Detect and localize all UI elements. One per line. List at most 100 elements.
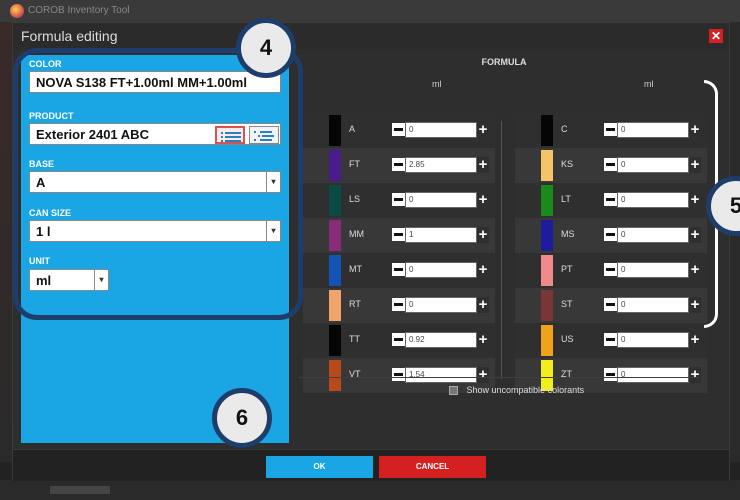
colorant-swatch xyxy=(329,150,341,181)
colorant-row: PT 0 + xyxy=(515,253,707,288)
colorant-code: LS xyxy=(349,194,361,204)
colorant-code: KS xyxy=(561,159,574,169)
cancel-button[interactable]: CANCEL xyxy=(379,456,486,478)
increment-button[interactable]: + xyxy=(689,297,701,313)
decrement-button[interactable] xyxy=(604,298,617,311)
colorant-code: RT xyxy=(349,299,361,309)
background-status-text xyxy=(50,486,110,494)
colorant-row: MM 1 + xyxy=(303,218,495,253)
colorant-row: RT 0 + xyxy=(303,288,495,323)
colorant-code: MM xyxy=(349,229,364,239)
colorant-amount-input[interactable]: 1 xyxy=(405,227,477,243)
colorant-amount-input[interactable]: 0 xyxy=(617,122,689,138)
colorant-row: C 0 + xyxy=(515,113,707,148)
unit-header-left: ml xyxy=(432,79,442,89)
increment-button[interactable]: + xyxy=(689,227,701,243)
decrement-button[interactable] xyxy=(604,228,617,241)
colorant-amount-input[interactable]: 0 xyxy=(405,122,477,138)
colorant-row: MT 0 + xyxy=(303,253,495,288)
colorant-row: TT 0.92 + xyxy=(303,323,495,358)
increment-button[interactable]: + xyxy=(689,192,701,208)
step-4-callout: 4 xyxy=(236,18,296,78)
colorant-code: A xyxy=(349,124,356,134)
decrement-button[interactable] xyxy=(604,158,617,171)
colorant-amount-input[interactable]: 0 xyxy=(617,262,689,278)
colorant-amount-input[interactable]: 2.85 xyxy=(405,157,477,173)
colorant-code: US xyxy=(561,334,574,344)
show-incompatible-checkbox[interactable] xyxy=(449,386,458,396)
increment-button[interactable]: + xyxy=(477,192,489,208)
tutorial-highlight-frame xyxy=(13,48,303,320)
decrement-button[interactable] xyxy=(392,263,405,276)
dialog-titlebar: Formula editing ✕ xyxy=(13,23,729,49)
increment-button[interactable]: + xyxy=(689,367,701,383)
colorant-amount-input[interactable]: 0 xyxy=(617,157,689,173)
colorant-code: PT xyxy=(561,264,573,274)
colorant-row: FT 2.85 + xyxy=(303,148,495,183)
background-bottom-strip xyxy=(0,480,740,500)
increment-button[interactable]: + xyxy=(477,227,489,243)
decrement-button[interactable] xyxy=(392,298,405,311)
colorant-swatch xyxy=(541,255,553,286)
decrement-button[interactable] xyxy=(392,368,405,381)
colorant-code: TT xyxy=(349,334,360,344)
increment-button[interactable]: + xyxy=(477,367,489,383)
decrement-button[interactable] xyxy=(392,158,405,171)
colorant-swatch xyxy=(329,220,341,251)
decrement-button[interactable] xyxy=(392,333,405,346)
colorant-swatch xyxy=(541,220,553,251)
colorant-amount-input[interactable]: 0 xyxy=(405,192,477,208)
colorant-row: MS 0 + xyxy=(515,218,707,253)
colorant-amount-input[interactable]: 0 xyxy=(617,297,689,313)
decrement-button[interactable] xyxy=(604,123,617,136)
colorant-amount-input[interactable]: 0 xyxy=(405,262,477,278)
colorant-amount-input[interactable]: 0 xyxy=(617,192,689,208)
show-incompatible-option[interactable]: Show uncompatible colorants xyxy=(449,385,585,396)
colorant-swatch xyxy=(329,185,341,216)
increment-button[interactable]: + xyxy=(477,297,489,313)
colorant-code: C xyxy=(561,124,568,134)
show-incompatible-label: Show uncompatible colorants xyxy=(466,385,585,395)
decrement-button[interactable] xyxy=(392,123,405,136)
increment-button[interactable]: + xyxy=(689,157,701,173)
increment-button[interactable]: + xyxy=(477,332,489,348)
dialog-title: Formula editing xyxy=(21,28,118,44)
close-button[interactable]: ✕ xyxy=(709,29,723,43)
colorant-amount-input[interactable]: 1.54 xyxy=(405,367,477,383)
increment-button[interactable]: + xyxy=(477,262,489,278)
colorant-swatch xyxy=(541,150,553,181)
separator xyxy=(299,377,699,378)
colorant-row: A 0 + xyxy=(303,113,495,148)
increment-button[interactable]: + xyxy=(689,262,701,278)
decrement-button[interactable] xyxy=(392,228,405,241)
formula-section: FORMULA ml ml A 0 + FT 2.85 + LS 0 + MM 1 + MT 0 + RT 0 +… xyxy=(299,55,709,443)
increment-button[interactable]: + xyxy=(477,122,489,138)
decrement-button[interactable] xyxy=(604,263,617,276)
colorant-code: FT xyxy=(349,159,360,169)
increment-button[interactable]: + xyxy=(689,332,701,348)
background-app-titlebar: COROB Inventory Tool xyxy=(0,0,740,22)
ok-button[interactable]: OK xyxy=(266,456,373,478)
decrement-button[interactable] xyxy=(604,193,617,206)
colorant-swatch xyxy=(329,360,341,391)
screen: COROB Inventory Tool Formula editing ✕ C… xyxy=(0,0,740,500)
colorant-amount-input[interactable]: 0 xyxy=(617,332,689,348)
colorant-amount-input[interactable]: 0 xyxy=(617,367,689,383)
colorant-amount-input[interactable]: 0 xyxy=(617,227,689,243)
colorant-code: LT xyxy=(561,194,571,204)
unit-header-right: ml xyxy=(644,79,654,89)
decrement-button[interactable] xyxy=(604,333,617,346)
colorant-swatch xyxy=(541,325,553,356)
colorant-row: US 0 + xyxy=(515,323,707,358)
dialog-button-bar: OK CANCEL xyxy=(13,449,729,481)
decrement-button[interactable] xyxy=(392,193,405,206)
decrement-button[interactable] xyxy=(604,368,617,381)
colorant-swatch xyxy=(329,255,341,286)
increment-button[interactable]: + xyxy=(689,122,701,138)
colorant-amount-input[interactable]: 0 xyxy=(405,297,477,313)
background-left-strip xyxy=(0,22,12,462)
colorant-swatch xyxy=(329,325,341,356)
colorant-amount-input[interactable]: 0.92 xyxy=(405,332,477,348)
colorant-code: MS xyxy=(561,229,575,239)
increment-button[interactable]: + xyxy=(477,157,489,173)
